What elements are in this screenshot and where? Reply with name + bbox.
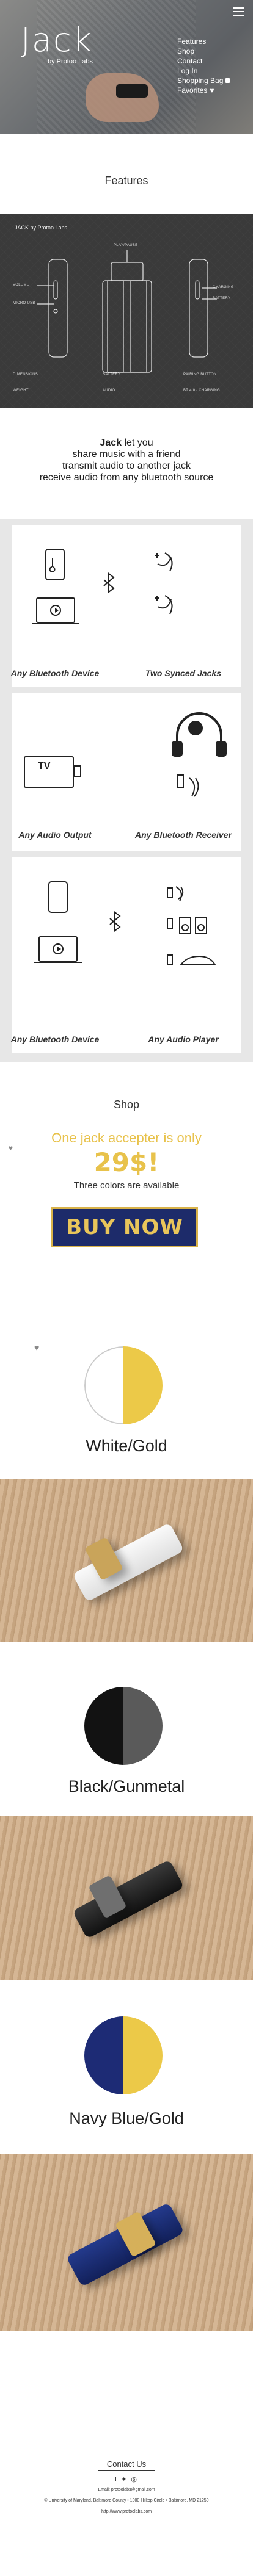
logo-subtitle: by Protoo Labs (48, 58, 93, 65)
spec-label: BATTERY (103, 373, 121, 377)
favorite-icon[interactable]: ♥ (34, 1343, 39, 1352)
shop-heading: Shop (0, 1099, 253, 1111)
usage-illustration (24, 712, 227, 797)
colors-note: Three colors are available (73, 1180, 180, 1191)
contact-heading: Contact Us (106, 2459, 147, 2469)
menu-icon[interactable] (233, 7, 244, 16)
color-name: Navy Blue/Gold (69, 2109, 184, 2127)
usage-card: Any Bluetooth Device Any Audio Player (11, 857, 241, 1053)
caption: Any Audio Player (148, 1034, 219, 1044)
intro-text: Jack let you share music with a friend t… (39, 438, 214, 483)
swatch-white-gold[interactable] (84, 1346, 163, 1424)
features-heading: Features (0, 175, 253, 187)
nav-item-shop[interactable]: Shop (177, 46, 230, 56)
spec-label: VOLUME (13, 283, 30, 287)
social-links: f ✦ ◎ (0, 2475, 253, 2483)
heart-icon: ♥ (210, 86, 215, 95)
nav-item-favorites[interactable]: Favorites ♥ (177, 85, 230, 95)
logo[interactable]: Jack (21, 21, 93, 59)
bag-icon (226, 78, 230, 83)
spec-label: AUDIO (103, 389, 116, 392)
nav-item-shopping-bag[interactable]: Shopping Bag (177, 76, 230, 85)
color-name: White/Gold (86, 1437, 167, 1455)
spec-label: BT 4.0 / CHARGING (183, 389, 221, 392)
facebook-icon[interactable]: f (115, 2476, 118, 2483)
nav-item-contact[interactable]: Contact (177, 56, 230, 66)
product-photo (0, 2154, 253, 2331)
swatch-black-gunmetal[interactable] (84, 1687, 163, 1765)
price: 29$! (94, 1147, 160, 1177)
spec-label: BATTERY (213, 297, 231, 300)
spec-label: WEIGHT (13, 389, 29, 392)
address: © University of Maryland, Baltimore Coun… (44, 2498, 209, 2503)
spec-label: CHARGING (213, 286, 234, 289)
spec-label: MICRO USB (13, 301, 35, 305)
divider (98, 2470, 155, 2471)
usage-illustration (34, 881, 216, 965)
usage-illustration (32, 549, 173, 624)
product-photo (0, 1479, 253, 1642)
website-link[interactable]: http://www.protoolabs.com (0, 2509, 253, 2514)
usage-card: Any Bluetooth Device Two Synced Jacks (11, 525, 241, 687)
caption: Any Bluetooth Device (10, 1034, 100, 1044)
instagram-icon[interactable]: ◎ (131, 2476, 138, 2483)
main-nav: Features Shop Contact Log In Shopping Ba… (177, 37, 230, 95)
spec-label: PLAY/PAUSE (114, 244, 138, 247)
usage-panel: Any Bluetooth Device Two Synced Jacks TV… (0, 519, 253, 1062)
caption: Any Bluetooth Receiver (135, 830, 232, 840)
caption: Any Bluetooth Device (10, 668, 100, 678)
caption: Two Synced Jacks (145, 668, 221, 678)
contact-email[interactable]: Email: protoolabs@gmail.com (0, 2488, 253, 2492)
usage-card: TV Any Audio Output Any Bluetooth Receiv… (12, 693, 241, 851)
hero-banner: Jack by Protoo Labs Features Shop Contac… (0, 0, 253, 134)
hero-device (116, 84, 148, 98)
caption: Any Audio Output (18, 830, 92, 840)
tv-label: TV (38, 761, 51, 771)
spec-label: DIMENSIONS (13, 373, 38, 377)
spec-label: PAIRING BUTTON (183, 373, 217, 377)
nav-item-login[interactable]: Log In (177, 66, 230, 76)
product-photo (0, 1816, 253, 1980)
color-name: Black/Gunmetal (68, 1777, 185, 1795)
buy-now-button[interactable]: BUY NOW (51, 1207, 198, 1247)
swatch-navy-gold[interactable] (84, 2016, 163, 2094)
twitter-icon[interactable]: ✦ (121, 2476, 128, 2483)
offer-text: One jack accepter is only (51, 1130, 202, 1145)
nav-item-features[interactable]: Features (177, 37, 230, 46)
spec-sheet: JACK by Protoo Labs VOLUME MICRO USB PLA… (0, 214, 253, 408)
